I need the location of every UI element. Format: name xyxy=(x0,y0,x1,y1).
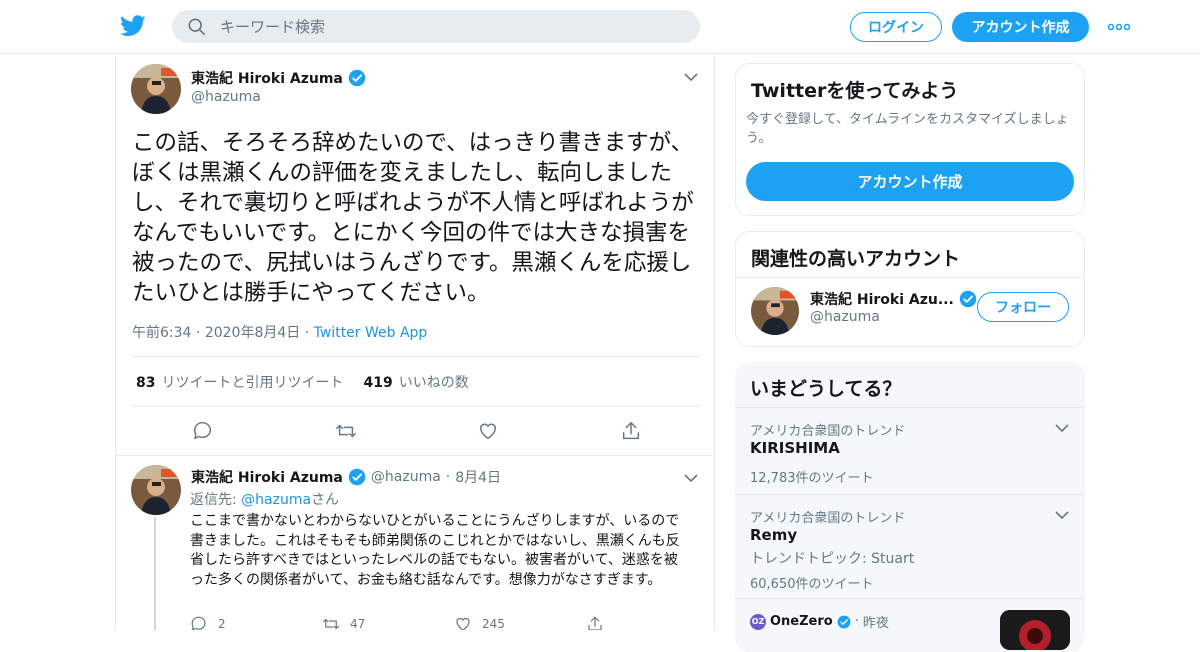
like-heart-icon[interactable] xyxy=(477,420,499,442)
like-count: 245 xyxy=(482,617,505,630)
tweet-source-link[interactable]: Twitter Web App xyxy=(314,325,428,341)
twitter-bird-logo-icon[interactable] xyxy=(120,14,146,38)
tweet-date[interactable]: 8月4日 xyxy=(455,467,501,487)
search-input[interactable] xyxy=(220,17,660,36)
trend-topic: トレンドトピック: Stuart xyxy=(750,551,915,567)
related-accounts-title: 関連性の高いアカウント xyxy=(751,248,961,270)
timeline-column: 東浩紀 Hiroki Azuma @hazuma この話、そろそろ辞めたいので、… xyxy=(115,54,715,630)
news-thumbnail-image xyxy=(1000,610,1070,650)
trend-context: アメリカ合衆国のトレンド xyxy=(750,511,906,526)
avatar-image xyxy=(131,465,181,515)
trends-card: いまどうしてる？ アメリカ合衆国のトレンド KIRISHIMA 12,783件の… xyxy=(735,362,1085,652)
author-line: 東浩紀 Hiroki Azuma xyxy=(191,68,366,88)
retweet-icon xyxy=(322,618,340,630)
news-source-name[interactable]: OneZero xyxy=(770,614,833,629)
verified-badge-icon xyxy=(959,290,977,308)
related-account-name-line: 東浩紀 Hiroki Azu... xyxy=(810,289,977,309)
reply-tweet-actions: 2 47 245 xyxy=(190,615,714,630)
tweet-actions xyxy=(192,420,642,442)
reply-tweet: 東浩紀 Hiroki Azuma @hazuma · 8月4日 返信先: @ha… xyxy=(116,457,714,630)
search-icon xyxy=(188,18,206,35)
like-heart-icon xyxy=(456,617,470,630)
avatar-image xyxy=(131,64,181,114)
trends-title: いまどうしてる？ xyxy=(750,378,902,400)
chevron-down-icon[interactable] xyxy=(1055,510,1069,520)
trend-tweet-count: 60,650件のツイート xyxy=(750,577,874,592)
display-name[interactable]: 東浩紀 Hiroki Azuma xyxy=(191,68,343,88)
display-name[interactable]: 東浩紀 Hiroki Azuma xyxy=(191,467,343,487)
likes-count: 419 xyxy=(363,374,393,391)
related-accounts-card: 関連性の高いアカウント 東浩紀 Hiroki Azu... @hazuma フォ… xyxy=(735,231,1085,347)
search-box[interactable] xyxy=(172,10,700,43)
signup-card-title: Twitterを使ってみよう xyxy=(751,80,959,102)
avatar[interactable] xyxy=(131,465,181,515)
retweet-count: 47 xyxy=(350,617,366,630)
reply-icon[interactable] xyxy=(192,420,214,442)
reply-icon xyxy=(191,616,206,630)
reply-count: 2 xyxy=(218,617,226,630)
more-options-icon[interactable] xyxy=(1106,17,1132,37)
verified-badge-icon xyxy=(348,69,366,87)
author-line: 東浩紀 Hiroki Azuma @hazuma · 8月4日 xyxy=(191,467,501,487)
author-handle[interactable]: @hazuma xyxy=(191,89,261,105)
likes-label: いいねの数 xyxy=(398,374,469,391)
trend-tweet-count: 12,783件のツイート xyxy=(750,471,874,486)
news-source-line: OZ OneZero · 昨夜 xyxy=(750,612,889,631)
retweets-stat[interactable]: 83 リツイートと引用リツイート xyxy=(136,372,343,392)
avatar[interactable] xyxy=(131,64,181,114)
divider xyxy=(736,277,1084,278)
related-account-avatar[interactable] xyxy=(751,287,799,335)
reply-tweet-text: ここまで書かないとわからないひとがいることにうんざりしますが、いるので書きました… xyxy=(190,513,680,588)
trend-name: KIRISHIMA xyxy=(750,439,840,457)
tweet-time[interactable]: 午前6:34 xyxy=(132,325,191,341)
signup-card-button[interactable]: アカウント作成 xyxy=(746,162,1074,201)
chevron-down-icon[interactable] xyxy=(684,473,698,483)
trend-item[interactable]: アメリカ合衆国のトレンド Remy トレンドトピック: Stuart 60,65… xyxy=(735,494,1085,598)
verified-badge-icon xyxy=(348,468,366,486)
author-handle[interactable]: @hazuma xyxy=(371,469,441,485)
tweet-timestamp-line: 午前6:34 · 2020年8月4日 · Twitter Web App xyxy=(132,322,427,342)
tweet-stats: 83 リツイートと引用リツイート 419 いいねの数 xyxy=(132,356,700,407)
follow-button[interactable]: フォロー xyxy=(977,292,1069,322)
signup-button[interactable]: アカウント作成 xyxy=(952,12,1089,42)
like-action[interactable]: 245 xyxy=(454,615,586,630)
top-navigation-bar: ログイン アカウント作成 xyxy=(0,0,1200,54)
main-tweet: 東浩紀 Hiroki Azuma @hazuma この話、そろそろ辞めたいので、… xyxy=(116,54,714,456)
trend-item[interactable]: アメリカ合衆国のトレンド KIRISHIMA 12,783件のツイート xyxy=(735,407,1085,494)
meta-separator: · xyxy=(304,325,314,341)
reply-to-handle-link[interactable]: @hazuma xyxy=(241,492,311,508)
reply-to-suffix: さん xyxy=(311,492,340,508)
chevron-down-icon[interactable] xyxy=(1055,423,1069,433)
trend-name: Remy xyxy=(750,526,798,544)
related-account-name[interactable]: 東浩紀 Hiroki Azu... xyxy=(810,289,954,309)
meta-separator: · xyxy=(445,469,451,485)
share-action[interactable] xyxy=(586,615,714,630)
tweet-date[interactable]: 2020年8月4日 xyxy=(205,325,300,341)
signup-card-description: 今すぐ登録して、タイムラインをカスタマイズしましょう。 xyxy=(746,112,1069,146)
meta-separator: · xyxy=(195,325,205,341)
retweet-icon[interactable] xyxy=(335,420,357,442)
reply-action[interactable]: 2 xyxy=(190,615,322,630)
news-source-logo-icon: OZ xyxy=(750,613,766,630)
likes-stat[interactable]: 419 いいねの数 xyxy=(363,372,468,392)
verified-badge-icon xyxy=(837,615,851,628)
news-thumbnail[interactable] xyxy=(1000,610,1070,650)
reply-to-line: 返信先: @hazumaさん xyxy=(190,489,339,509)
trend-context: アメリカ合衆国のトレンド xyxy=(750,424,906,439)
related-account-handle[interactable]: @hazuma xyxy=(810,309,880,325)
news-time: 昨夜 xyxy=(862,616,889,631)
login-button[interactable]: ログイン xyxy=(850,12,942,42)
chevron-down-icon[interactable] xyxy=(684,72,698,82)
retweet-action[interactable]: 47 xyxy=(322,615,454,630)
avatar-image xyxy=(751,287,799,335)
signup-prompt-card: Twitterを使ってみよう 今すぐ登録して、タイムラインをカスタマイズしましょ… xyxy=(735,63,1085,216)
share-icon xyxy=(588,616,602,630)
reply-to-prefix: 返信先: xyxy=(190,492,242,508)
share-icon[interactable] xyxy=(620,420,642,442)
retweets-label: リツイートと引用リツイート xyxy=(161,374,344,391)
thread-connector-line xyxy=(154,517,156,630)
tweet-text: この話、そろそろ辞めたいので、はっきり書きますが、ぼくは黒瀬くんの評価を変えまし… xyxy=(132,130,694,306)
retweets-count: 83 xyxy=(136,374,156,391)
meta-separator: · xyxy=(854,614,859,629)
